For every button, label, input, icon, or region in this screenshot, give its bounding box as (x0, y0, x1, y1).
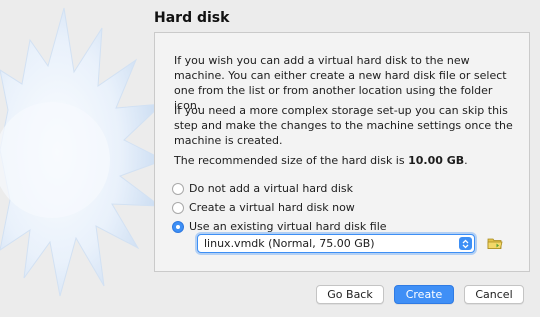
option-no-disk-label: Do not add a virtual hard disk (189, 182, 353, 195)
disk-file-select[interactable]: linux.vmdk (Normal, 75.00 GB) (197, 234, 475, 253)
updown-chevron-icon[interactable] (459, 237, 472, 250)
hard-disk-options: Do not add a virtual hard disk Create a … (172, 179, 387, 236)
radio-create-disk[interactable] (172, 201, 184, 214)
option-no-disk[interactable]: Do not add a virtual hard disk (172, 179, 387, 198)
cancel-button[interactable]: Cancel (464, 285, 524, 304)
radio-use-existing[interactable] (172, 220, 184, 233)
option-use-existing-label: Use an existing virtual hard disk file (189, 220, 387, 233)
recommended-prefix: The recommended size of the hard disk is (174, 154, 409, 167)
option-create-disk[interactable]: Create a virtual hard disk now (172, 198, 387, 217)
go-back-button[interactable]: Go Back (316, 285, 384, 304)
radio-no-disk[interactable] (172, 182, 184, 195)
content-panel: If you wish you can add a virtual hard d… (154, 32, 530, 272)
wizard-starburst-art (0, 7, 166, 297)
create-button[interactable]: Create (394, 285, 454, 304)
choose-disk-file-button[interactable] (487, 235, 503, 251)
option-create-disk-label: Create a virtual hard disk now (189, 201, 355, 214)
recommended-size-text: The recommended size of the hard disk is… (174, 153, 514, 168)
page-title: Hard disk (154, 10, 230, 26)
disk-file-select-value: linux.vmdk (Normal, 75.00 GB) (204, 237, 375, 250)
recommended-suffix: . (464, 154, 468, 167)
recommended-size-value: 10.00 GB (408, 154, 465, 167)
folder-icon (487, 238, 503, 249)
storage-hint-paragraph: If you need a more complex storage set-u… (174, 104, 513, 147)
